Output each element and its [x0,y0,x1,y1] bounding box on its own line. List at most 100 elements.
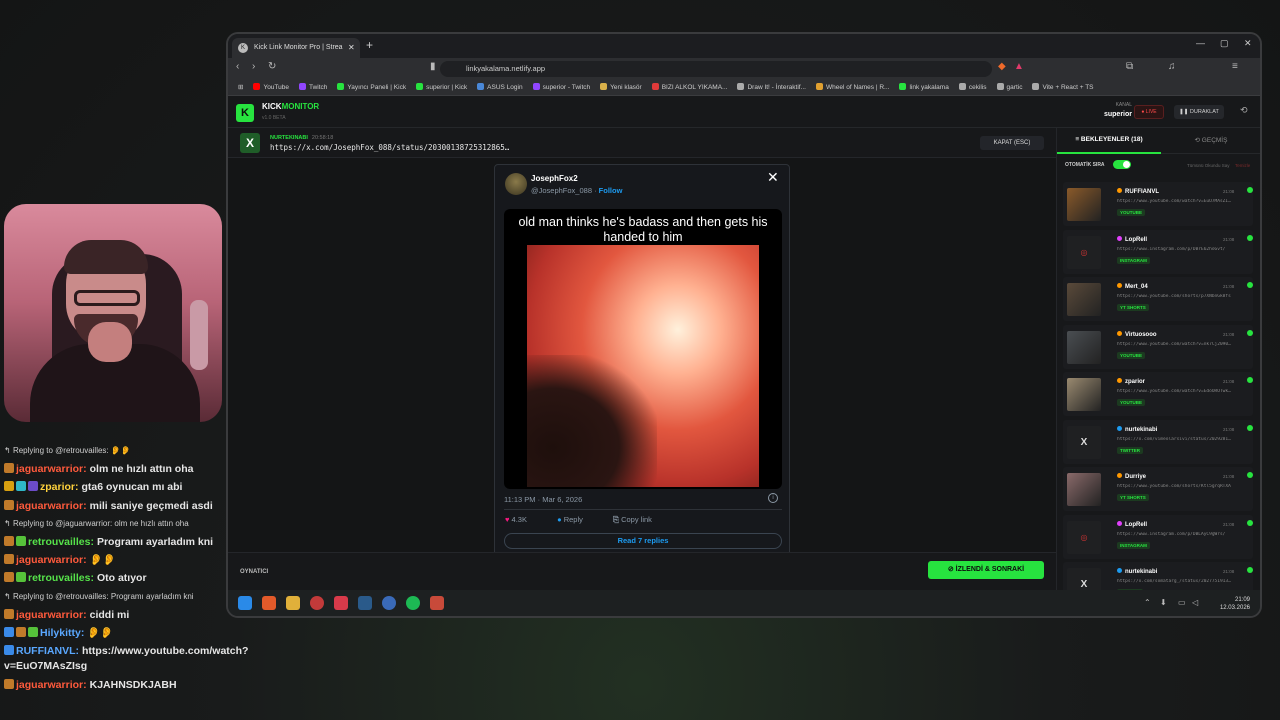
forward-icon[interactable]: › [252,61,255,72]
x-logo-icon[interactable]: ✕ [767,169,779,186]
volume-icon[interactable]: ◁ [1192,598,1198,607]
bookmark-item[interactable]: cekilis [958,80,987,95]
current-link-url[interactable]: https://x.com/JosephFox_088/status/20300… [270,143,509,152]
queue-url: https://www.instagram.com/p/DBLAyC9gWrs/ [1117,531,1226,537]
bookmark-item[interactable]: link yakalama [899,80,949,95]
chevron-up-icon[interactable]: ⌃ [1144,598,1151,607]
tab-history[interactable]: ⟲ GEÇMİŞ [1161,128,1260,154]
chat-username[interactable]: jaguarwarrior: [16,500,87,512]
app-header: K KICKMONITOR v1.0 BETA KANAL superior ●… [228,96,1260,128]
clear-link[interactable]: Temizle [1235,163,1250,168]
queue-item[interactable]: Xnurtekinabi https://x.com/vimeolarsivi/s… [1063,419,1253,464]
pause-button[interactable]: ❚❚ DURAKLAT [1174,105,1224,119]
bookmark-item[interactable]: Twitch [299,80,327,95]
apps-icon[interactable]: ⊞ [238,80,243,95]
mark-all-read-link[interactable]: Tümünü Okundu Say [1187,163,1230,168]
system-clock[interactable]: 21:09 12.03.2026 [1210,596,1250,612]
tweet-video[interactable]: old man thinks he's badass and then gets… [504,209,782,489]
copy-link-button[interactable]: ⎘ Copy link [613,515,666,524]
watched-next-button[interactable]: ⊘ İZLENDİ & SONRAKİ [928,561,1044,579]
tab-bar: K Kick Link Monitor Pro | Strea ✕ + — ▢ … [228,34,1260,58]
like-button[interactable]: ♥ 4.3K [505,515,541,524]
bookmark-item[interactable]: Yeni klasör [600,80,642,95]
spotify-icon[interactable] [406,596,420,610]
brave-icon[interactable] [262,596,276,610]
extensions-icon[interactable]: ⧉ [1126,61,1133,72]
queue-item[interactable]: Xnurtekinabi https://x.com/somatarg_/stat… [1063,562,1253,590]
new-tab-icon[interactable]: + [366,38,373,52]
queue-url: https://www.youtube.com/shorts/Ktl5grqRT… [1117,484,1231,489]
app-icon[interactable] [430,596,444,610]
bookmark-item[interactable]: Yayıncı Paneli | Kick [337,80,406,95]
tweet-timestamp[interactable]: 11:13 PM · Mar 6, 2026 [504,495,582,504]
history-icon[interactable]: ⟲ [1240,105,1248,116]
media-icon[interactable]: ♫ [1168,61,1176,72]
queue-url: https://www.youtube.com/watch?v=EuO7MAsZ… [1117,199,1231,204]
queue-item[interactable]: ◎ LopRell https://www.instagram.com/p/DBLA… [1063,514,1253,559]
app-icon[interactable] [334,596,348,610]
bookmark-item[interactable]: superior - Twitch [532,80,590,95]
tab-favicon-icon: K [238,43,248,53]
chat-username[interactable]: retrouvailles: [28,572,94,584]
bookmark-item[interactable]: Vite + React + TS [1032,80,1094,95]
avatar[interactable] [505,173,527,195]
info-icon[interactable]: i [768,493,778,503]
chat-text: olm ne hızlı attın oha [89,463,194,476]
rewards-icon[interactable]: ▲ [1014,61,1024,72]
chat-username[interactable]: Hilykitty: [40,627,84,639]
queue-item[interactable]: Durriye https://www.youtube.com/shorts/Kt… [1063,467,1253,511]
tab-close-icon[interactable]: ✕ [348,38,355,58]
tab-waiting[interactable]: ≡ BEKLEYENLER (18) [1057,128,1161,154]
start-icon[interactable] [238,596,252,610]
read-replies-button[interactable]: Read 7 replies [504,533,782,549]
follow-link[interactable]: Follow [599,186,623,195]
chat-username[interactable]: RUFFIANVL: [16,645,79,657]
address-bar[interactable]: linkyakalama.netlify.app [440,61,992,77]
status-dot-icon [1247,472,1253,478]
browser-tab[interactable]: K Kick Link Monitor Pro | Strea ✕ [232,38,360,58]
queue-time: 21:08 [1223,189,1235,194]
chat-badge-icon [4,572,14,583]
chat-username[interactable]: zparior: [40,481,79,493]
tweet-author-name[interactable]: JosephFox2 [531,174,578,183]
chat-username[interactable]: jaguarwarrior: [16,679,87,691]
close-button[interactable]: KAPAT (ESC) [980,136,1044,150]
reply-button[interactable]: ● Reply [557,515,597,524]
minimize-icon[interactable]: — [1196,38,1205,48]
queue-item[interactable]: Virtuosooo https://www.youtube.com/watch?… [1063,324,1253,369]
chat-username[interactable]: retrouvailles: [28,536,94,548]
bookmark-item[interactable]: gartic [996,80,1022,95]
chat-username[interactable]: jaguarwarrior: [16,609,87,621]
brave-shield-icon[interactable]: ◆ [998,61,1006,72]
chat-badge-icon [28,481,38,492]
folder-icon[interactable] [286,596,300,610]
network-icon[interactable]: ▭ [1178,598,1186,607]
reload-icon[interactable]: ↻ [268,61,276,72]
bookmark-item[interactable]: Draw It! - İnteraktif... [737,80,806,95]
bookmark-item[interactable]: YouTube [253,80,289,95]
queue-user: nurtekinabi [1117,568,1157,575]
steam-icon[interactable] [358,596,372,610]
bookmark-icon[interactable]: ▮ [430,61,436,72]
queue-item[interactable]: zparior https://www.youtube.com/watch?v=E… [1063,372,1253,416]
bookmark-item[interactable]: BIZI ALKOL YIKAMA... [651,80,727,95]
maximize-icon[interactable]: ▢ [1220,38,1229,49]
chat-username[interactable]: jaguarwarrior: [16,463,87,475]
bookmark-item[interactable]: superior | Kick [416,80,467,95]
bookmark-item[interactable]: Wheel of Names | R... [815,80,889,95]
queue-item[interactable]: Mert_04 https://www.youtube.com/shorts/p7… [1063,277,1253,321]
auto-queue-toggle[interactable] [1113,160,1131,169]
chat-badge-icon [4,535,14,546]
queue-item[interactable]: RUFFIANVL https://www.youtube.com/watch?v… [1063,182,1253,226]
tray-icon[interactable]: ⬇ [1160,598,1167,607]
bookmark-item[interactable]: ASUS Login [477,80,523,95]
menu-icon[interactable]: ≡ [1232,61,1238,72]
status-dot-icon [1247,187,1253,193]
app-icon[interactable] [382,596,396,610]
back-icon[interactable]: ‹ [236,61,239,72]
chat-username[interactable]: jaguarwarrior: [16,554,87,566]
app-icon[interactable] [310,596,324,610]
queue-item[interactable]: ◎ LopRell https://www.instagram.com/p/DBrE… [1063,229,1253,274]
close-window-icon[interactable]: ✕ [1244,38,1252,49]
link-icon: ⎘ [612,515,619,524]
